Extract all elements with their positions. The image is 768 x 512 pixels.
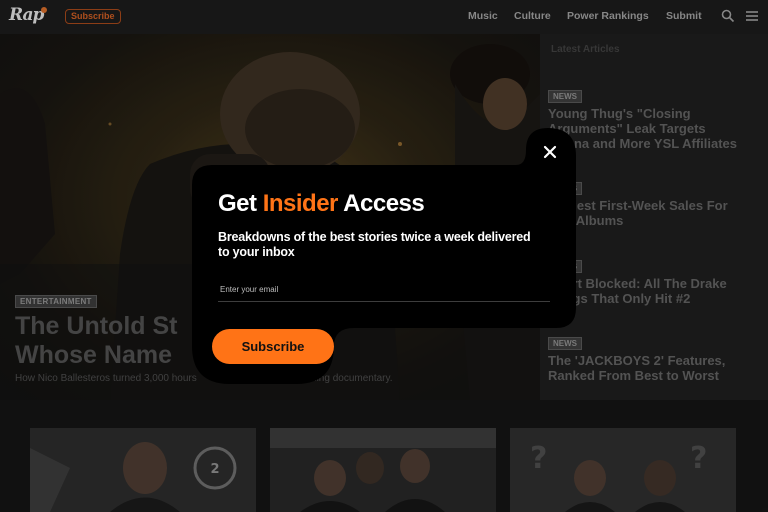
modal-subscribe-button[interactable]: Subscribe	[212, 329, 334, 364]
email-input[interactable]	[218, 278, 550, 302]
modal-title-part-1: Get	[218, 190, 263, 217]
modal-description: Breakdowns of the best stories twice a w…	[218, 230, 531, 259]
modal-title-part-2: Access	[337, 190, 425, 217]
modal-title: Get Insider Access	[218, 190, 425, 218]
close-icon[interactable]	[538, 140, 562, 164]
modal-title-accent: Insider	[262, 190, 339, 217]
